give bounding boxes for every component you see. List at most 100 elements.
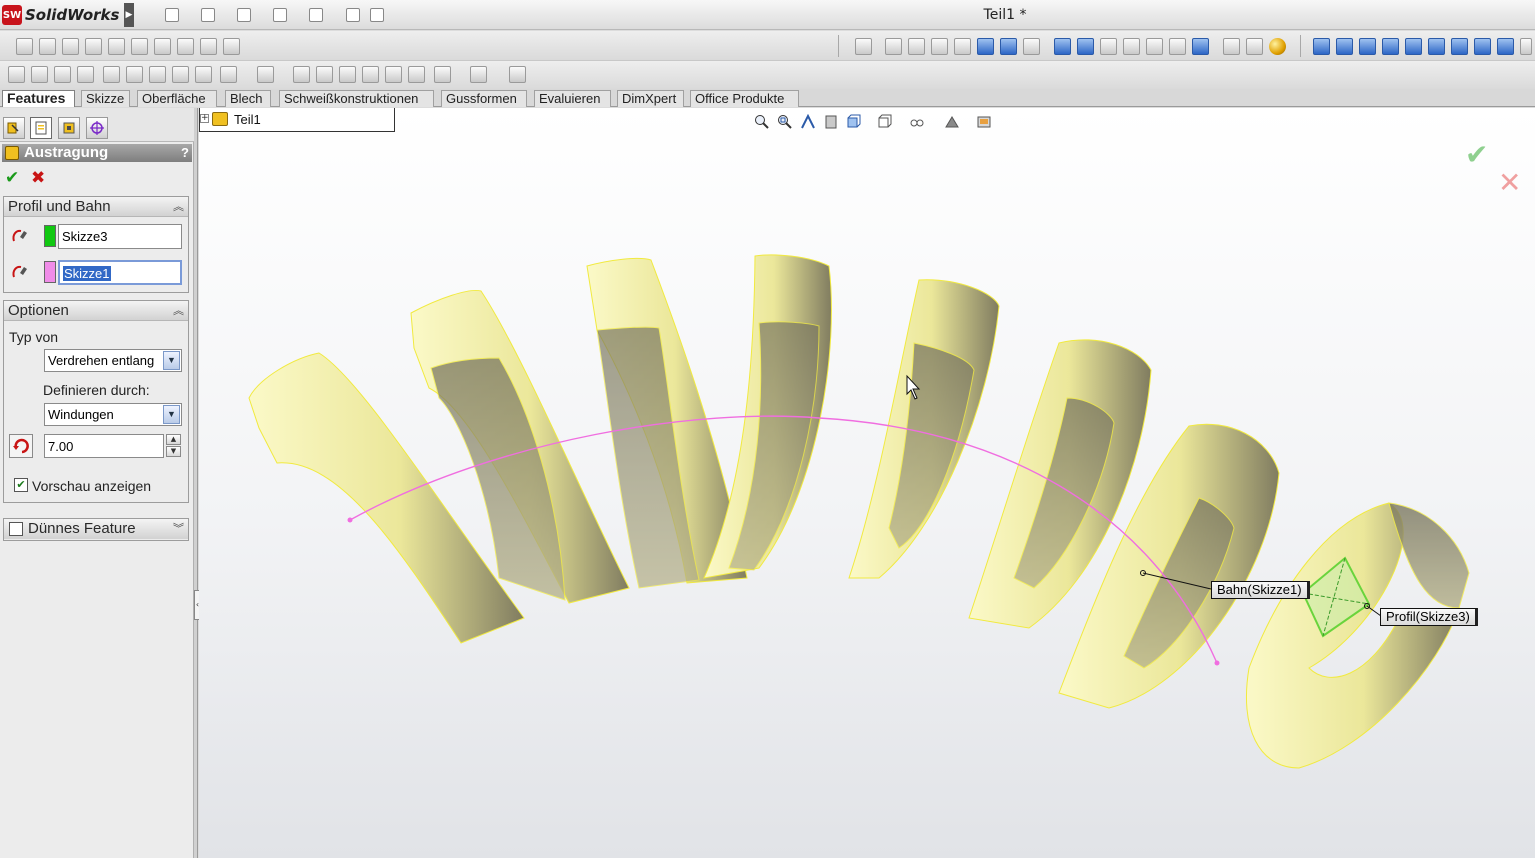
top-view-icon[interactable] bbox=[1405, 38, 1422, 55]
extrude-cut-icon[interactable] bbox=[103, 66, 120, 83]
hidden-lines-removed-icon[interactable] bbox=[1100, 38, 1117, 55]
shell-icon[interactable] bbox=[339, 66, 356, 83]
revolve-cut-icon[interactable] bbox=[126, 66, 143, 83]
check-icon[interactable] bbox=[108, 38, 125, 55]
spell-check-icon[interactable] bbox=[16, 38, 33, 55]
tab-dimxpert[interactable]: DimXpert bbox=[617, 90, 684, 107]
configuration-manager-tab[interactable] bbox=[58, 117, 80, 139]
viewport-minimize-button[interactable]: – bbox=[1507, 108, 1513, 112]
confirmation-corner-cancel[interactable]: ✕ bbox=[1498, 166, 1521, 199]
ok-button[interactable]: ✔ bbox=[5, 168, 19, 188]
thin-feature-checkbox[interactable] bbox=[9, 522, 23, 536]
tab-blech[interactable]: Blech bbox=[225, 90, 271, 107]
help-icon[interactable]: ? bbox=[181, 144, 189, 162]
profile-path-header[interactable]: Profil und Bahn ︽ bbox=[4, 197, 188, 217]
bottom-view-icon[interactable] bbox=[1428, 38, 1445, 55]
tab-skizze[interactable]: Skizze bbox=[81, 90, 130, 107]
feature-manager-tab[interactable] bbox=[3, 117, 25, 139]
dimxpert-manager-tab[interactable] bbox=[86, 117, 108, 139]
boundary-cut-icon[interactable] bbox=[195, 66, 212, 83]
spin-down-icon[interactable]: ▼ bbox=[166, 446, 181, 457]
dome-icon[interactable] bbox=[385, 66, 402, 83]
instant3d-icon[interactable] bbox=[509, 66, 526, 83]
pan-icon[interactable] bbox=[1000, 38, 1017, 55]
mass-properties-icon[interactable] bbox=[62, 38, 79, 55]
rib-icon[interactable] bbox=[293, 66, 310, 83]
zoom-to-fit-icon[interactable] bbox=[754, 114, 770, 130]
deviation-analysis-icon[interactable] bbox=[200, 38, 217, 55]
shaded-with-edges-icon[interactable] bbox=[1054, 38, 1071, 55]
tab-features[interactable]: Features bbox=[2, 90, 75, 107]
curves-icon[interactable] bbox=[470, 66, 487, 83]
tab-oberflaeche[interactable]: Oberfläche bbox=[137, 90, 217, 107]
sweep-cut-icon[interactable] bbox=[149, 66, 166, 83]
isometric-view-icon[interactable] bbox=[1451, 38, 1468, 55]
chevron-down-icon[interactable]: ▼ bbox=[163, 351, 180, 370]
perspective-icon[interactable] bbox=[1192, 38, 1209, 55]
twist-type-select[interactable]: Verdrehen entlang ▼ bbox=[44, 349, 182, 372]
left-view-icon[interactable] bbox=[1359, 38, 1376, 55]
spin-up-icon[interactable]: ▲ bbox=[166, 434, 181, 445]
equations-icon[interactable] bbox=[154, 38, 171, 55]
wireframe-icon[interactable] bbox=[1146, 38, 1163, 55]
tab-schweisskonstruktionen[interactable]: Schweißkonstruktionen bbox=[279, 90, 434, 107]
zoom-to-area-icon[interactable] bbox=[908, 38, 925, 55]
back-view-icon[interactable] bbox=[1336, 38, 1353, 55]
import-diagnostics-icon[interactable] bbox=[177, 38, 194, 55]
graphics-area[interactable]: + Teil1 – ✔ ✕ Bahn(Skizze1) Profil(Skizz… bbox=[199, 108, 1535, 858]
ambient-occlusion-icon[interactable] bbox=[1246, 38, 1263, 55]
shadows-icon[interactable] bbox=[1223, 38, 1240, 55]
profile-selection-field[interactable]: Skizze3 bbox=[58, 224, 182, 249]
fillet-icon[interactable] bbox=[220, 66, 237, 83]
options-header[interactable]: Optionen ︽ bbox=[4, 301, 188, 321]
hidden-lines-visible-icon[interactable] bbox=[1123, 38, 1140, 55]
expand-chevron-icon[interactable]: ︾ bbox=[173, 519, 184, 539]
sweep-boss-icon[interactable] bbox=[54, 66, 71, 83]
measure-icon[interactable] bbox=[39, 38, 56, 55]
tab-office-produkte[interactable]: Office Produkte bbox=[690, 90, 799, 107]
previous-view-icon[interactable] bbox=[800, 114, 816, 130]
tab-evaluieren[interactable]: Evaluieren bbox=[534, 90, 611, 107]
apply-scene-icon[interactable] bbox=[976, 114, 992, 130]
tree-expand-icon[interactable]: + bbox=[200, 114, 209, 123]
reverse-direction-icon[interactable] bbox=[9, 434, 33, 458]
chevron-down-icon[interactable]: ▼ bbox=[163, 405, 180, 424]
hide-show-items-icon[interactable] bbox=[909, 114, 925, 130]
appearance-icon[interactable] bbox=[1269, 38, 1286, 55]
tab-gussformen[interactable]: Gussformen bbox=[441, 90, 527, 107]
define-by-select[interactable]: Windungen ▼ bbox=[44, 403, 182, 426]
geometry-analysis-icon[interactable] bbox=[131, 38, 148, 55]
tree-root-label[interactable]: Teil1 bbox=[234, 112, 261, 127]
preview-checkbox[interactable]: ✔ bbox=[14, 478, 28, 492]
trimetric-view-icon[interactable] bbox=[1474, 38, 1491, 55]
roll-view-icon[interactable] bbox=[1023, 38, 1040, 55]
collapse-chevron-icon[interactable]: ︽ bbox=[173, 301, 184, 321]
path-selection-field[interactable]: Skizze1 bbox=[58, 260, 182, 285]
view-orientation-icon[interactable] bbox=[846, 114, 862, 130]
profile-callout-label[interactable]: Profil(Skizze3) bbox=[1380, 608, 1478, 626]
zebra-stripes-icon[interactable] bbox=[223, 38, 240, 55]
loft-cut-icon[interactable] bbox=[172, 66, 189, 83]
linear-pattern-icon[interactable] bbox=[257, 66, 274, 83]
normal-to-icon[interactable] bbox=[1520, 38, 1532, 55]
display-style-icon[interactable] bbox=[877, 114, 893, 130]
zoom-to-fit-icon[interactable] bbox=[885, 38, 902, 55]
select-icon[interactable] bbox=[855, 38, 872, 55]
shaded-icon[interactable] bbox=[1077, 38, 1094, 55]
revolve-boss-icon[interactable] bbox=[31, 66, 48, 83]
loft-boss-icon[interactable] bbox=[77, 66, 94, 83]
panel-splitter[interactable] bbox=[194, 108, 198, 858]
edit-appearance-icon[interactable] bbox=[944, 114, 960, 130]
right-view-icon[interactable] bbox=[1382, 38, 1399, 55]
extrude-boss-icon[interactable] bbox=[8, 66, 25, 83]
draft-quality-icon[interactable] bbox=[1169, 38, 1186, 55]
reference-geometry-icon[interactable] bbox=[434, 66, 451, 83]
confirmation-corner-ok[interactable]: ✔ bbox=[1465, 138, 1488, 171]
section-view-icon[interactable] bbox=[823, 114, 839, 130]
mirror-icon[interactable] bbox=[408, 66, 425, 83]
turns-spin-input[interactable]: 7.00 bbox=[44, 434, 164, 458]
section-properties-icon[interactable] bbox=[85, 38, 102, 55]
front-view-icon[interactable] bbox=[1313, 38, 1330, 55]
draft-icon[interactable] bbox=[316, 66, 333, 83]
path-callout-label[interactable]: Bahn(Skizze1) bbox=[1211, 581, 1310, 599]
